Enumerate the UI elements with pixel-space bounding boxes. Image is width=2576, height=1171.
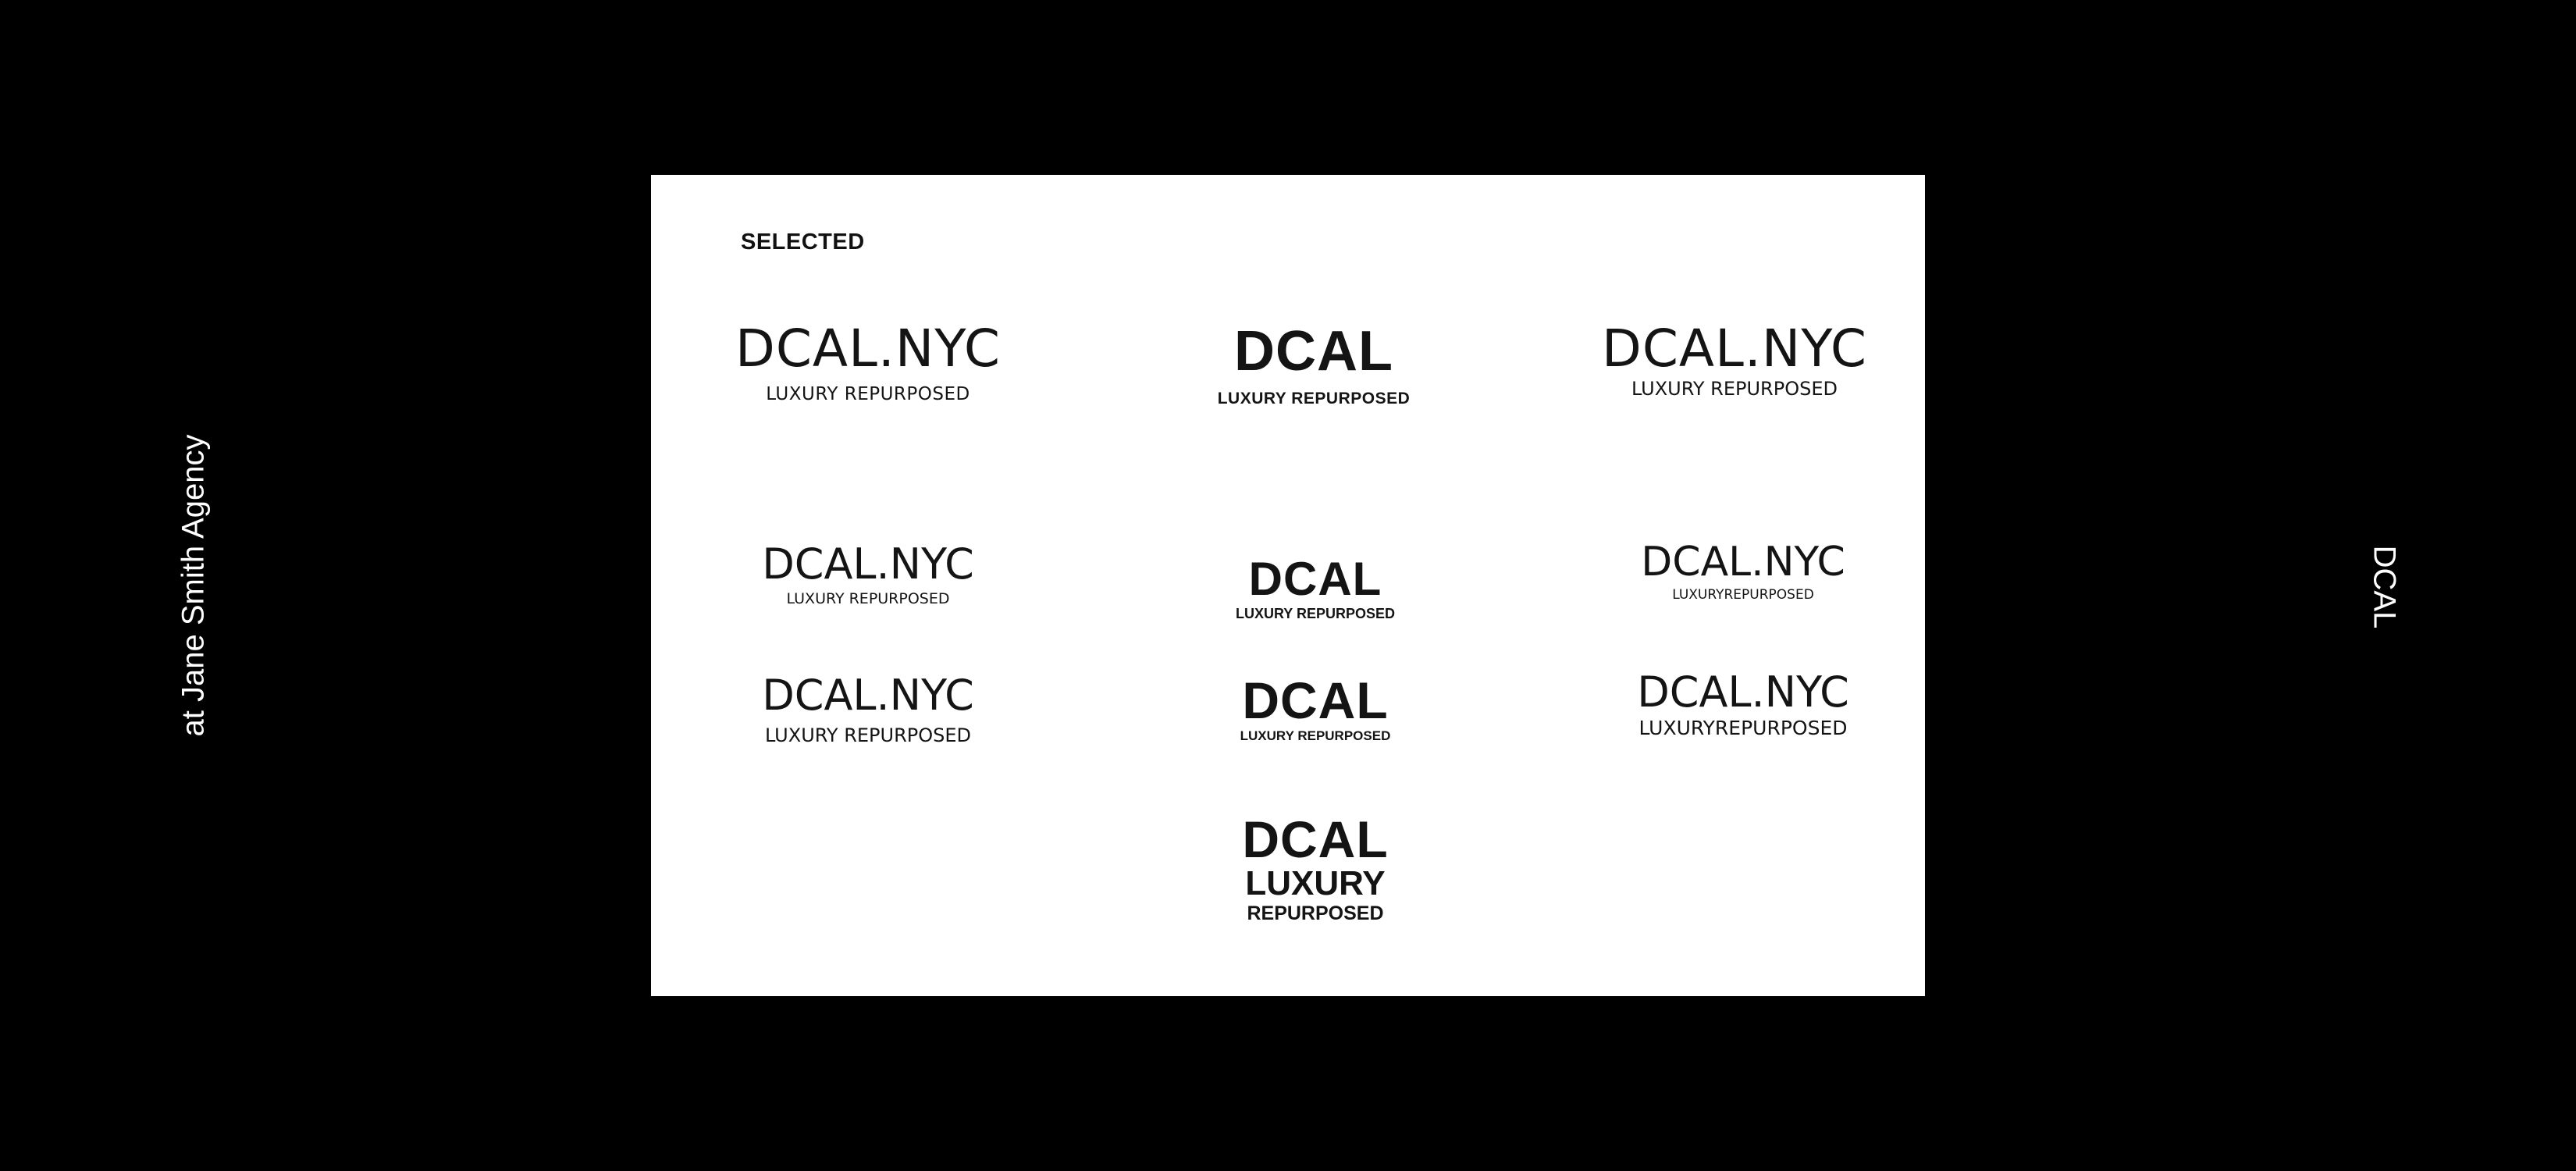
logo-wordmark: DCAL bbox=[1248, 553, 1382, 605]
logo-wordmark: DCAL.NYC bbox=[1602, 319, 1867, 379]
logo-option-10: DCAL LUXURY REPURPOSED bbox=[1242, 813, 1388, 924]
agency-credit: at Jane Smith Agency bbox=[176, 434, 211, 737]
logo-wordmark: DCAL.NYC bbox=[762, 671, 974, 720]
logo-tagline: LUXURYREPURPOSED bbox=[1638, 717, 1848, 739]
logo-tagline: LUXURY REPURPOSED bbox=[1217, 390, 1411, 408]
logo-wordmark: DCAL bbox=[1242, 810, 1389, 868]
logo-tagline: LUXURY REPURPOSED bbox=[1235, 606, 1396, 621]
logo-tagline: LUXURY REPURPOSED bbox=[1240, 728, 1391, 743]
logo-option-3: DCAL.NYC LUXURY REPURPOSED bbox=[1602, 319, 1867, 400]
brand-side-label: DCAL bbox=[2367, 545, 2402, 629]
logo-option-6: DCAL.NYC LUXURYREPURPOSED bbox=[1641, 542, 1845, 602]
logo-tagline-second-line: REPURPOSED bbox=[1247, 902, 1384, 924]
logo-option-8: DCAL LUXURY REPURPOSED bbox=[1240, 674, 1391, 742]
logo-tagline: LUXURY bbox=[1245, 864, 1386, 902]
logo-option-9: DCAL.NYC LUXURYREPURPOSED bbox=[1637, 667, 1849, 739]
logo-option-1: DCAL.NYC LUXURY REPURPOSED bbox=[735, 323, 1001, 404]
logo-wordmark: DCAL.NYC bbox=[735, 319, 1001, 379]
logo-option-2: DCAL LUXURY REPURPOSED bbox=[1218, 323, 1411, 407]
logo-option-5: DCAL LUXURY REPURPOSED bbox=[1236, 556, 1395, 621]
logo-tagline: LUXURYREPURPOSED bbox=[1672, 587, 1814, 603]
logo-tagline: LUXURY REPURPOSED bbox=[786, 590, 950, 607]
logo-option-7: DCAL.NYC LUXURY REPURPOSED bbox=[762, 671, 974, 746]
logo-wordmark: DCAL bbox=[1242, 671, 1389, 729]
logo-board: SELECTED DCAL.NYC LUXURY REPURPOSED DCAL… bbox=[651, 175, 1925, 996]
logo-wordmark: DCAL.NYC bbox=[1637, 667, 1849, 717]
logo-option-4: DCAL.NYC LUXURY REPURPOSED bbox=[762, 543, 974, 607]
logo-tagline: LUXURY REPURPOSED bbox=[765, 724, 971, 746]
logo-tagline: LUXURY REPURPOSED bbox=[766, 384, 970, 404]
logo-wordmark: DCAL.NYC bbox=[1641, 539, 1845, 586]
selected-heading: SELECTED bbox=[741, 230, 865, 254]
logo-tagline: LUXURY REPURPOSED bbox=[1631, 378, 1838, 400]
logo-wordmark: DCAL.NYC bbox=[762, 539, 974, 589]
logo-wordmark: DCAL bbox=[1234, 320, 1393, 383]
